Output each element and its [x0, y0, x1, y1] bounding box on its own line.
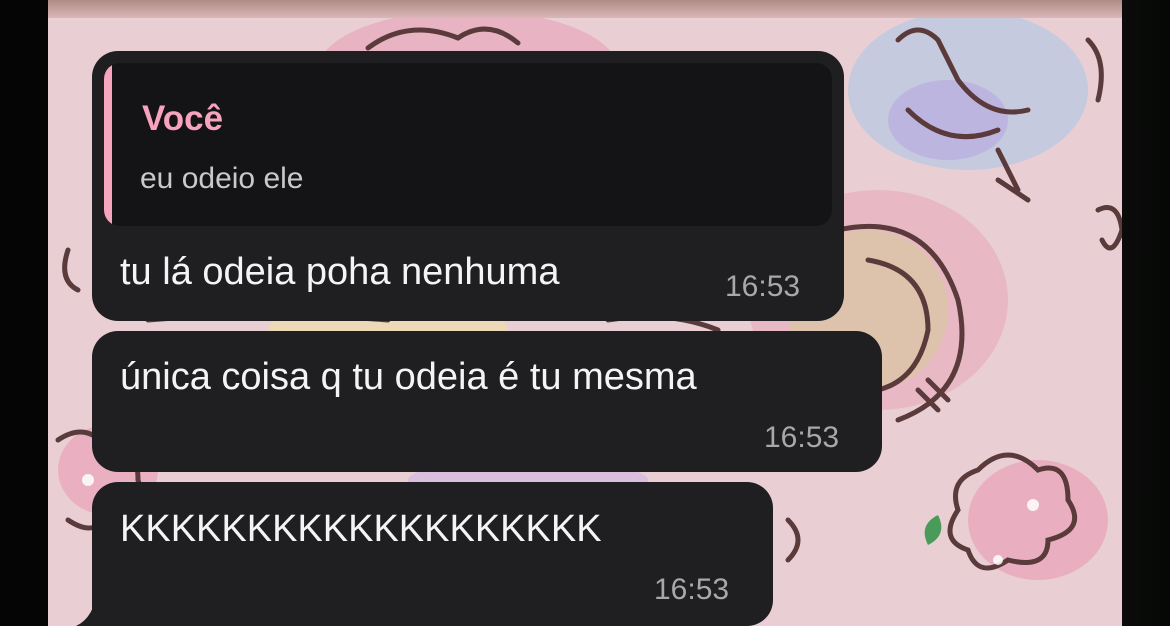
message-text: única coisa q tu odeia é tu mesma	[120, 356, 697, 398]
quote-accent-bar	[104, 63, 112, 226]
message-text: tu lá odeia poha nenhuma	[120, 251, 560, 293]
message-time: 16:53	[725, 270, 801, 303]
reply-quote[interactable]: Você eu odeio ele	[104, 63, 832, 226]
top-strip	[48, 0, 1122, 18]
quote-text: eu odeio ele	[140, 162, 304, 195]
message-time: 16:53	[764, 421, 840, 454]
quote-author: Você	[142, 99, 224, 138]
message-bubble[interactable]: KKKKKKKKKKKKKKKKKKK 16:53	[92, 482, 773, 626]
message-text: KKKKKKKKKKKKKKKKKKK	[120, 508, 602, 550]
message-bubble[interactable]: única coisa q tu odeia é tu mesma 16:53	[92, 331, 882, 472]
screen-edge	[1122, 0, 1170, 626]
message-time: 16:53	[654, 573, 730, 606]
message-bubble[interactable]: Você eu odeio ele tu lá odeia poha nenhu…	[92, 51, 844, 321]
bubble-tail	[76, 588, 106, 626]
